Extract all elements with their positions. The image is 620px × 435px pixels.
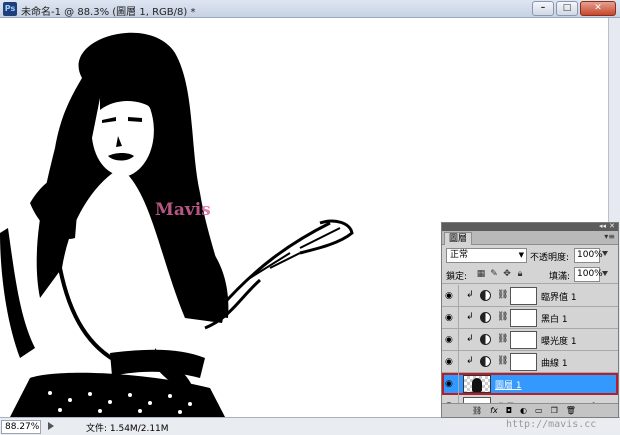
eye-icon[interactable]: ◉ [445, 291, 455, 301]
zoom-input[interactable]: 88.27% [1, 420, 41, 434]
adjustment-layer-icon [480, 290, 491, 301]
document-size-info: 文件: 1.54M/2.11M [86, 424, 169, 434]
adjustment-layer-icon [480, 334, 491, 345]
layer-row-selected[interactable]: ◉ 圖層 1 [442, 373, 618, 395]
layer-mask-thumbnail[interactable] [510, 331, 537, 349]
layer-thumbnail[interactable] [463, 375, 491, 393]
adjustment-layer-icon [480, 312, 491, 323]
chain-link-icon[interactable]: ⛓ [497, 356, 508, 366]
mask-icon[interactable]: ◘ [506, 404, 512, 417]
layer-name[interactable]: 曲線 1 [541, 356, 568, 369]
layer-row[interactable]: ◉ ↲ ⛓ 臨界值 1 [442, 285, 618, 307]
photoshop-icon: Ps [3, 2, 17, 16]
adjustment-layer-icon [480, 356, 491, 367]
lock-position-icon[interactable]: ✥ [502, 269, 512, 279]
panel-close-icon[interactable]: ✕ [609, 222, 615, 230]
opacity-label: 不透明度: [530, 253, 570, 263]
layer-row[interactable]: ◉ ↲ ⛓ 曲線 1 [442, 351, 618, 373]
fx-icon[interactable]: fx [490, 404, 498, 417]
panel-footer: ⛓ fx ◘ ◐ ▭ ❐ 🗑︎ [442, 403, 618, 417]
tab-layers[interactable]: 圖層 [444, 232, 473, 245]
trash-icon[interactable]: 🗑︎ [566, 404, 576, 417]
chain-link-icon[interactable]: ⛓ [497, 312, 508, 322]
watermark-logo: Mavis [155, 200, 211, 220]
chevron-down-icon: ▼ [518, 251, 524, 259]
layer-row[interactable]: ◉ ↲ ⛓ 黑白 1 [442, 307, 618, 329]
new-layer-icon[interactable]: ❐ [551, 404, 558, 417]
layer-name[interactable]: 臨界值 1 [541, 290, 577, 303]
layer-name[interactable]: 黑白 1 [541, 312, 568, 325]
opacity-dropdown-icon[interactable] [602, 251, 608, 256]
folder-icon[interactable]: ▭ [535, 404, 543, 417]
layers-panel: ◂◂ ✕ 圖層 ▾≡ 正常 ▼ 不透明度: 100% 鎖定: ▦ ✎ ✥ 🔒︎ 填… [441, 222, 619, 418]
layer-name[interactable]: 圖層 1 [495, 378, 522, 391]
layer-name[interactable]: 曝光度 1 [541, 334, 577, 347]
close-button[interactable]: ✕ [580, 1, 616, 16]
eye-icon[interactable]: ◉ [445, 357, 455, 367]
lock-paint-icon[interactable]: ✎ [489, 269, 499, 279]
layer-mask-thumbnail[interactable] [510, 309, 537, 327]
eye-icon[interactable]: ◉ [445, 335, 455, 345]
link-icon[interactable]: ⛓ [472, 404, 482, 417]
clip-arrow-icon: ↲ [466, 290, 474, 300]
fill-input[interactable]: 100% [574, 267, 603, 282]
lock-all-icon[interactable]: 🔒︎ [515, 269, 525, 279]
adjustment-icon[interactable]: ◐ [520, 404, 527, 417]
panel-grip-bar[interactable]: ◂◂ ✕ [442, 222, 618, 231]
collapse-icon[interactable]: ◂◂ [599, 222, 606, 230]
watermark-url: http://mavis.cc [506, 419, 597, 430]
eye-icon[interactable]: ◉ [445, 379, 455, 389]
window-titlebar[interactable]: Ps 未命名-1 @ 88.3% (圖層 1, RGB/8) * – □ ✕ [0, 0, 620, 18]
chain-link-icon[interactable]: ⛓ [497, 290, 508, 300]
lock-label: 鎖定: [446, 272, 468, 282]
panel-menu-icon[interactable]: ▾≡ [604, 232, 615, 241]
eye-icon[interactable]: ◉ [445, 313, 455, 323]
fill-label: 填滿: [549, 272, 571, 282]
layer-mask-thumbnail[interactable] [510, 353, 537, 371]
clip-arrow-icon: ↲ [466, 334, 474, 344]
fill-dropdown-icon[interactable] [602, 271, 608, 276]
layer-mask-thumbnail[interactable] [510, 287, 537, 305]
blend-mode-select[interactable]: 正常 ▼ [446, 248, 527, 263]
clip-arrow-icon: ↲ [466, 356, 474, 366]
lock-transparency-icon[interactable]: ▦ [476, 269, 486, 279]
layer-row[interactable]: ◉ ↲ ⛓ 曝光度 1 [442, 329, 618, 351]
minimize-button[interactable]: – [532, 1, 554, 16]
clip-arrow-icon: ↲ [466, 312, 474, 322]
restore-button[interactable]: □ [556, 1, 578, 16]
window-title: 未命名-1 @ 88.3% (圖層 1, RGB/8) * [21, 7, 196, 18]
status-menu-arrow-icon[interactable] [48, 422, 54, 430]
opacity-input[interactable]: 100% [574, 248, 603, 263]
chain-link-icon[interactable]: ⛓ [497, 334, 508, 344]
